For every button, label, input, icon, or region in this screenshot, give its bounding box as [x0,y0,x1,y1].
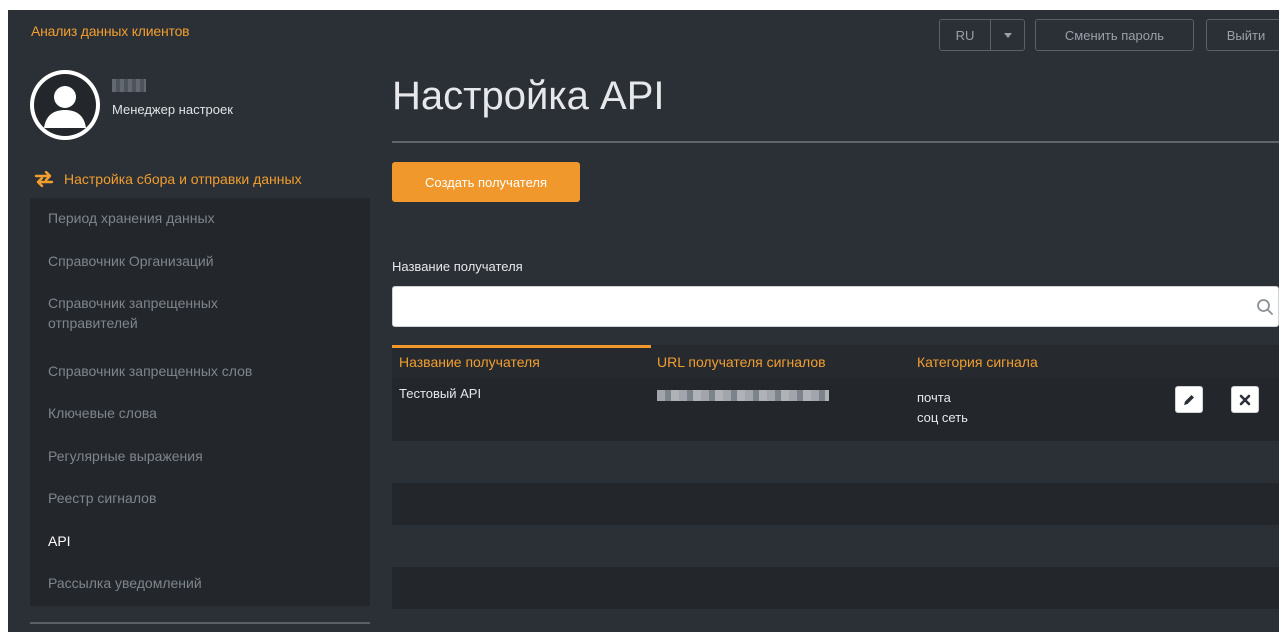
app-window: Анализ данных клиентов RU Сменить пароль… [8,10,1279,632]
sidebar-menu: Период хранения данных Справочник Органи… [30,198,370,606]
recipient-url-redacted [657,390,829,401]
table-row: Тестовый API почта соц сеть [392,378,1279,441]
sidebar-item-notifications[interactable]: Рассылка уведомлений [48,573,348,593]
recipient-name: Тестовый API [399,386,482,401]
close-icon [1239,394,1251,405]
table-row-empty [392,441,1279,483]
edit-button[interactable] [1175,386,1203,413]
table-row-empty [392,483,1279,525]
sidebar-item-keywords[interactable]: Ключевые слова [48,403,348,423]
sidebar-item-blocked-senders[interactable]: Справочник запрещенных отправителей [48,293,288,333]
change-password-button[interactable]: Сменить пароль [1035,19,1194,51]
sidebar-section-title: Настройка сбора и отправки данных [64,171,302,187]
sidebar-item-organizations[interactable]: Справочник Организаций [48,251,348,271]
language-label[interactable]: RU [940,20,991,50]
user-icon [34,74,96,136]
sidebar-item-signal-registry[interactable]: Реестр сигналов [48,488,348,508]
sidebar-section-header[interactable]: Настройка сбора и отправки данных [30,160,370,198]
sidebar-item-blocked-words[interactable]: Справочник запрещенных слов [48,361,348,381]
create-recipient-button[interactable]: Создать получателя [392,162,580,202]
app-title[interactable]: Анализ данных клиентов [31,23,190,39]
user-name-redacted [112,79,146,92]
search-icon[interactable] [1256,298,1274,316]
page-title: Настройка API [392,74,665,118]
search-field[interactable] [392,286,1279,327]
table-row-empty [392,525,1279,567]
title-divider [392,141,1279,143]
sidebar-divider [30,622,370,624]
search-input[interactable] [393,287,1243,326]
signal-category: соц сеть [917,410,968,425]
language-selector[interactable]: RU [939,19,1025,51]
table-header: Название получателя URL получателя сигна… [392,345,1279,378]
table-row-empty [392,567,1279,609]
sort-indicator [392,345,651,348]
avatar [30,70,100,140]
pencil-icon [1184,394,1194,405]
sidebar-item-data-retention[interactable]: Период хранения данных [48,208,348,228]
column-header-name[interactable]: Название получателя [399,354,540,370]
column-header-category[interactable]: Категория сигнала [917,354,1038,370]
sidebar-item-regex[interactable]: Регулярные выражения [48,446,348,466]
sidebar-item-api[interactable]: API [48,531,348,551]
swap-arrows-icon [34,171,54,187]
user-role: Менеджер настроек [112,102,233,117]
language-dropdown-toggle[interactable] [991,32,1024,38]
chevron-down-icon [1003,32,1012,38]
signal-category: почта [917,390,951,405]
logout-button[interactable]: Выйти [1206,19,1279,51]
filter-label: Название получателя [392,259,523,274]
delete-button[interactable] [1231,386,1259,413]
column-header-url[interactable]: URL получателя сигналов [657,354,826,370]
